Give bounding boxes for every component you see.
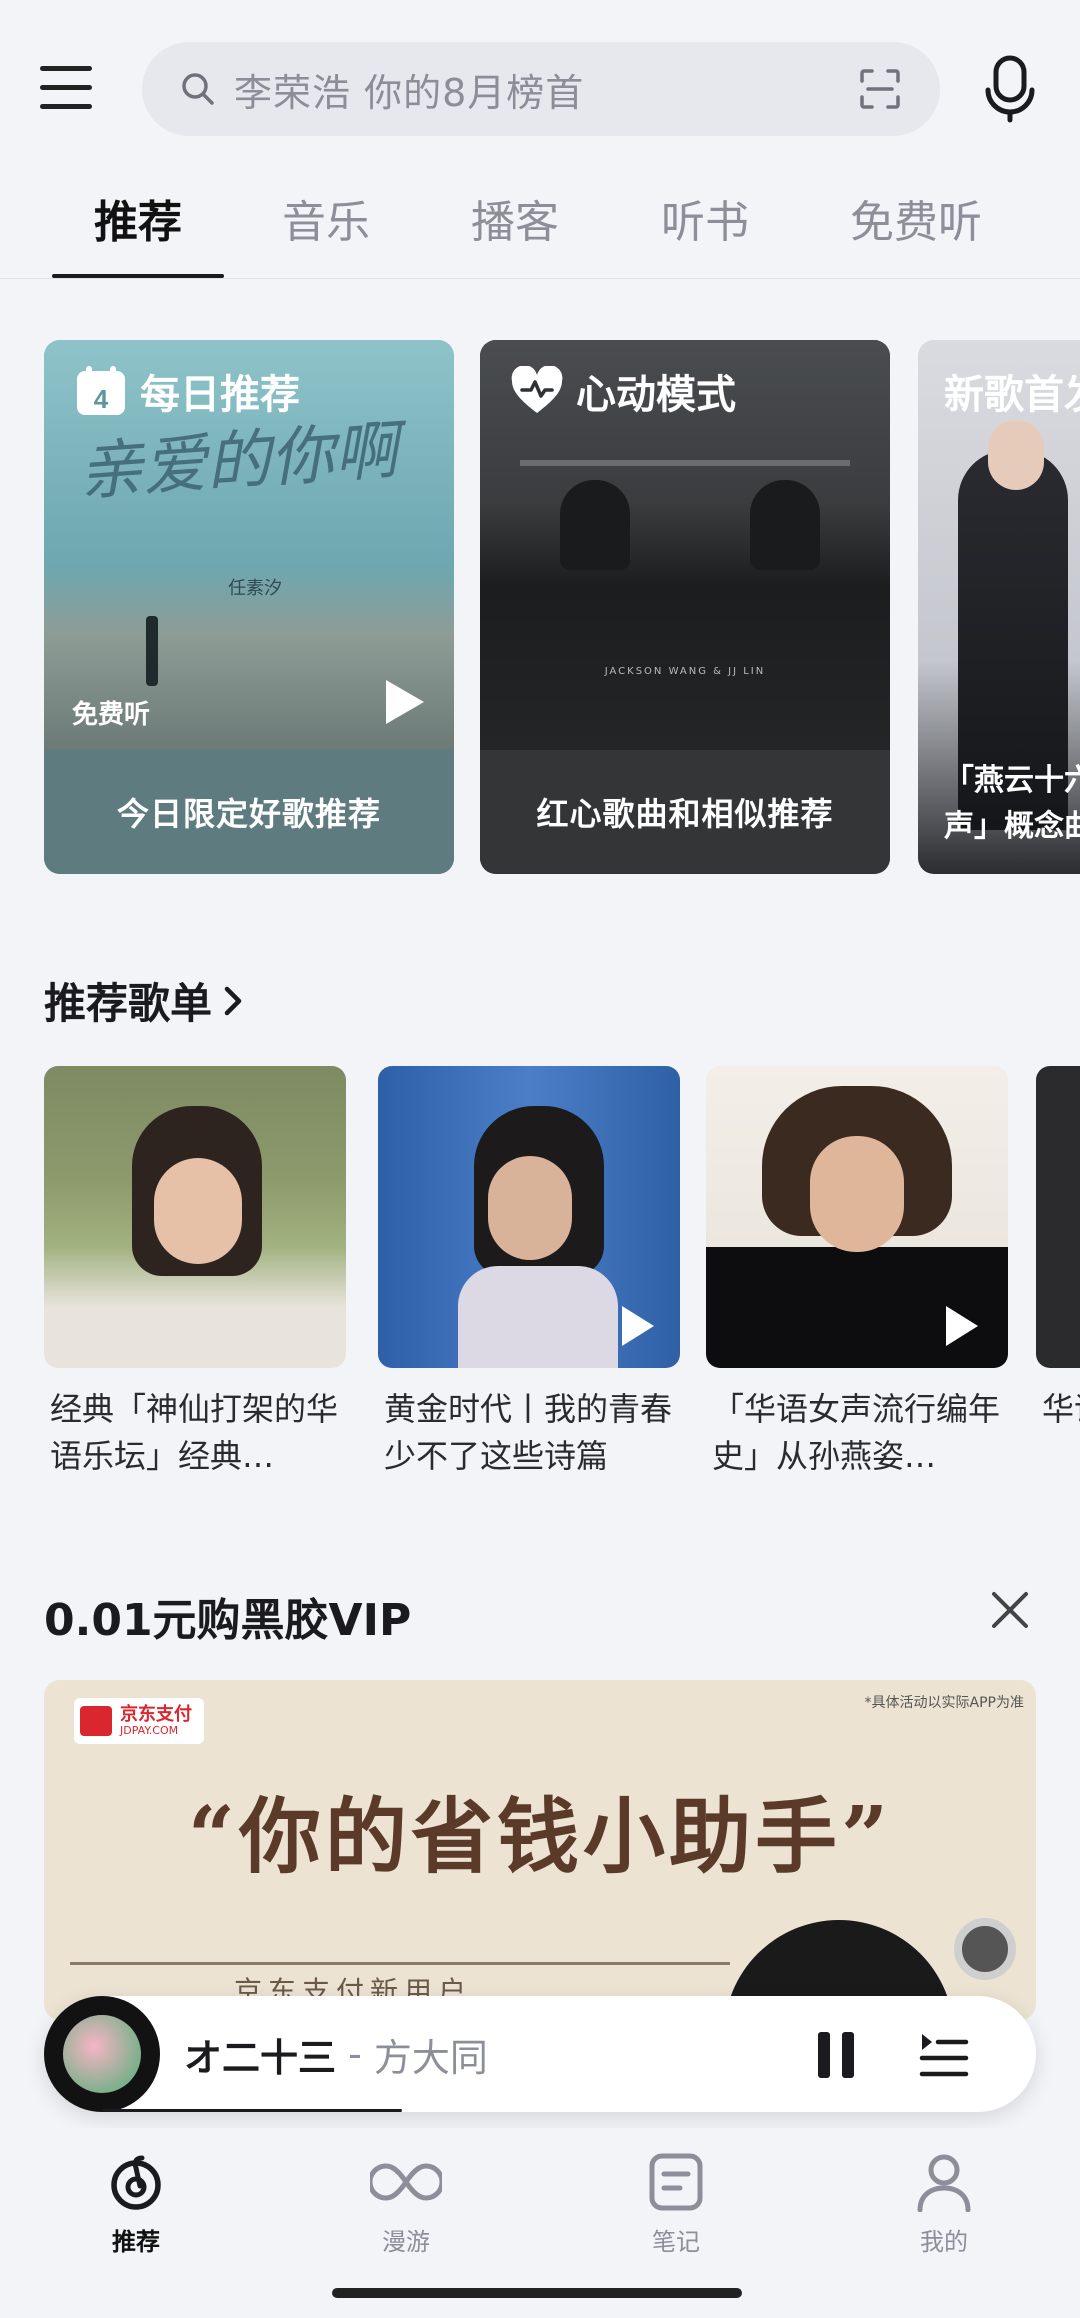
- calendar-icon: 4: [77, 366, 125, 415]
- ad-disclaimer: *具体活动以实际APP为准: [864, 1695, 1024, 1711]
- nav-recommend[interactable]: 推荐: [66, 2152, 206, 2257]
- chevron-right-icon: [224, 986, 242, 1015]
- brand-logo: 京东支付 JDPAY.COM: [74, 1698, 204, 1744]
- cover-figure: [146, 616, 158, 686]
- play-icon[interactable]: [386, 680, 424, 724]
- home-indicator: [332, 2288, 742, 2298]
- cover-dress: [458, 1266, 618, 1368]
- play-icon[interactable]: [622, 1306, 654, 1346]
- album-art: [44, 1996, 160, 2112]
- daily-recommend-card[interactable]: 亲爱的你啊 任素汐 4 每日推荐 免费听 今日限定好歌推荐: [44, 340, 454, 874]
- ad-banner[interactable]: 京东支付 JDPAY.COM *具体活动以实际APP为准 “你的省钱小助手” 京…: [44, 1680, 1036, 2020]
- cover-person-right: [750, 480, 820, 570]
- nav-roam[interactable]: 漫游: [336, 2152, 476, 2257]
- playlist-title: 华语女力: [1042, 1390, 1080, 1428]
- divider: [0, 278, 1080, 279]
- cover-face: [154, 1158, 242, 1264]
- netease-logo-icon: [111, 2155, 161, 2210]
- tab-free-listen[interactable]: 免费听: [850, 186, 982, 250]
- heartbeat-mode-card[interactable]: JACKSON WANG & JJ LIN 心动模式 红心歌曲和相似推荐: [480, 340, 890, 874]
- separator: -: [336, 2032, 374, 2076]
- search-placeholder: 李荣浩 你的8月榜首: [234, 70, 585, 115]
- cover-person-left: [560, 480, 630, 570]
- mini-player[interactable]: オ二十三 - 方大同: [44, 1996, 1036, 2112]
- tab-audiobook[interactable]: 听书: [661, 186, 749, 250]
- playlist-cover: [706, 1066, 1008, 1368]
- new-release-card[interactable]: 新歌首发 「燕云十六声」概念曲: [918, 340, 1080, 874]
- heart-icon: [511, 366, 563, 413]
- close-icon[interactable]: [988, 1588, 1032, 1632]
- record-arm-icon: [954, 1918, 1016, 1980]
- search-bar[interactable]: 李荣浩 你的8月榜首: [142, 42, 940, 136]
- scan-icon[interactable]: [858, 67, 902, 111]
- cover-bus-rail: [520, 460, 850, 466]
- now-playing-info: オ二十三 - 方大同: [184, 1996, 488, 2112]
- tab-podcast[interactable]: 播客: [471, 186, 559, 250]
- playlist-cover: [1036, 1066, 1080, 1368]
- card-caption: 今日限定好歌推荐: [44, 750, 454, 874]
- tab-music[interactable]: 音乐: [282, 186, 370, 250]
- divider: [70, 1962, 730, 1965]
- card-title-text: 心动模式: [576, 372, 736, 418]
- card-title: 心动模式: [510, 362, 736, 420]
- playlist-cover: [378, 1066, 680, 1368]
- brand-name: 京东支付: [120, 1704, 192, 1725]
- section-title: 推荐歌单: [44, 979, 213, 1028]
- playlist-card[interactable]: 华语女力: [1036, 1066, 1080, 1480]
- card-title-text: 新歌首发: [944, 372, 1080, 418]
- cover-face: [810, 1136, 904, 1252]
- search-icon: [182, 73, 214, 105]
- ad-headline: “你的省钱小助手”: [187, 1789, 893, 1885]
- tab-recommend[interactable]: 推荐: [94, 186, 182, 250]
- playlist-cover: [44, 1066, 346, 1368]
- free-listen-badge: 免费听: [72, 700, 151, 730]
- brand-sub: JDPAY.COM: [120, 1724, 179, 1737]
- user-icon: [917, 2154, 971, 2213]
- card-title: 4 每日推荐: [74, 362, 300, 420]
- cover-artists: JACKSON WANG & JJ LIN: [604, 666, 766, 677]
- playlist-card[interactable]: 经典「神仙打架的华语乐坛」经典…: [44, 1066, 346, 1480]
- artist-name: 方大同: [373, 2035, 488, 2080]
- infinity-icon: [367, 2163, 445, 2201]
- card-title-text: 每日推荐: [140, 372, 300, 418]
- card-caption: 「燕云十六声」概念曲: [944, 763, 1080, 844]
- progress-bar: [102, 2109, 402, 2112]
- nav-label: 推荐: [112, 2228, 160, 2256]
- playlist-card[interactable]: 「华语女声流行编年史」从孙燕姿…: [706, 1066, 1008, 1480]
- top-tabs: 推荐 音乐 播客 听书 免费听: [0, 186, 1080, 282]
- playlist-title: 黄金时代丨我的青春少不了这些诗篇: [384, 1390, 673, 1475]
- playlist-queue-icon[interactable]: [918, 2030, 970, 2078]
- nav-notes[interactable]: 笔记: [606, 2152, 746, 2257]
- jdpay-icon: [80, 1706, 112, 1736]
- playlist-title: 经典「神仙打架的华语乐坛」经典…: [50, 1390, 339, 1475]
- playlists-header[interactable]: 推荐歌单: [44, 970, 246, 1031]
- pause-icon[interactable]: [814, 2030, 858, 2080]
- cover-artist: 任素汐: [228, 578, 282, 599]
- album-art-center: [63, 2015, 141, 2093]
- play-icon[interactable]: [946, 1306, 978, 1346]
- microphone-icon[interactable]: [984, 54, 1036, 124]
- note-icon: [649, 2153, 703, 2211]
- playlist-title: 「华语女声流行编年史」从孙燕姿…: [712, 1390, 1001, 1475]
- ad-title: 0.01元购黑胶VIP: [44, 1595, 412, 1646]
- nav-label: 我的: [920, 2228, 968, 2256]
- playlist-card[interactable]: 黄金时代丨我的青春少不了这些诗篇: [378, 1066, 680, 1480]
- song-title: オ二十三: [184, 2035, 337, 2080]
- nav-mine[interactable]: 我的: [874, 2152, 1014, 2257]
- cover-face: [488, 1156, 572, 1260]
- cover-singer-face: [988, 420, 1044, 490]
- menu-icon[interactable]: [40, 66, 92, 110]
- nav-label: 笔记: [652, 2228, 700, 2256]
- calendar-day: 4: [94, 384, 109, 414]
- card-caption: 红心歌曲和相似推荐: [480, 750, 890, 874]
- nav-label: 漫游: [382, 2228, 430, 2256]
